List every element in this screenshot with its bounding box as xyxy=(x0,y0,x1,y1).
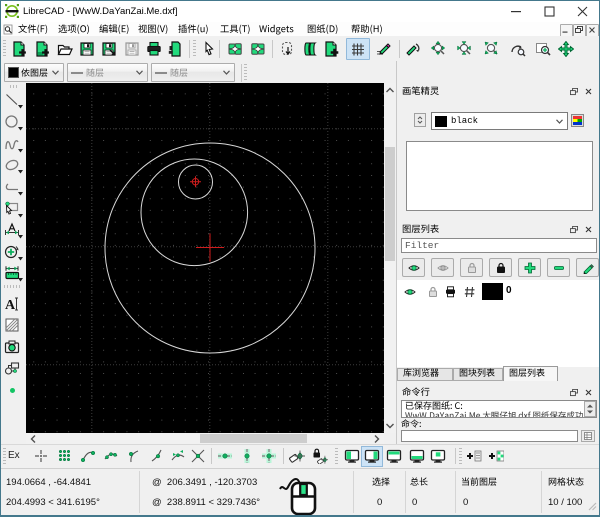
svg-text:A: A xyxy=(5,298,16,312)
